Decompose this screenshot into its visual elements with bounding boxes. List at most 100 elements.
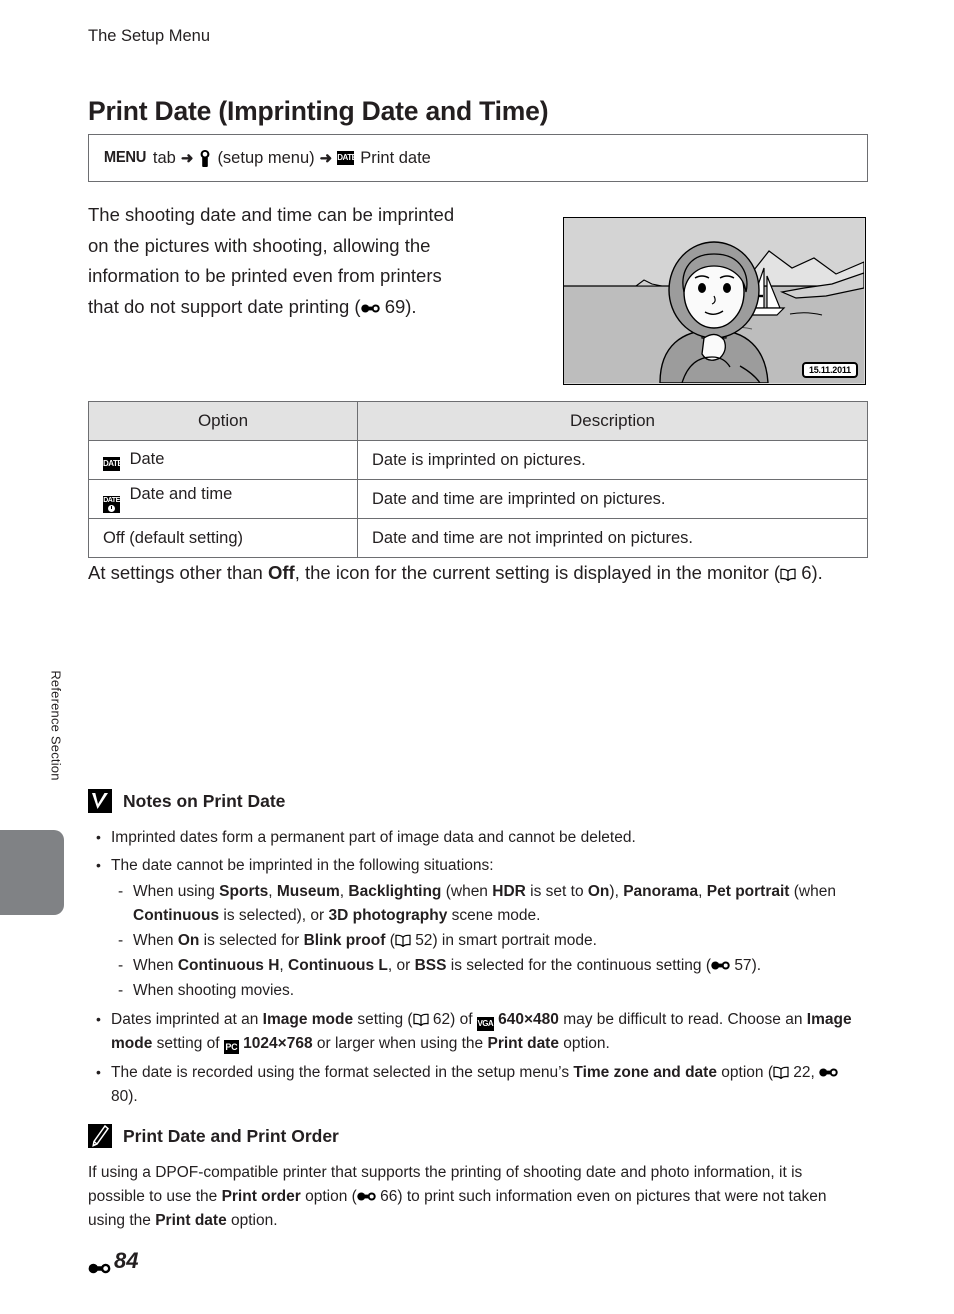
tip-body: If using a DPOF-compatible printer that … <box>88 1161 853 1233</box>
image-size-640x480: 640×480 <box>498 1011 559 1028</box>
reference-page: 52 <box>415 932 433 949</box>
setting-bss: BSS <box>414 957 447 974</box>
txt: When <box>133 957 178 974</box>
menu-tab-word: tab <box>152 148 176 167</box>
description-cell: Date is imprinted on pictures. <box>357 440 868 480</box>
after-table-mid: , the icon for the current setting is di… <box>294 562 781 583</box>
txt: option ( <box>300 1188 357 1205</box>
scene-mode-3d-photography: 3D photography <box>328 907 448 924</box>
txt: option ( <box>716 1064 773 1081</box>
note-text: The date cannot be imprinted in the foll… <box>111 857 494 874</box>
list-item: The date cannot be imprinted in the foll… <box>88 853 868 1003</box>
tip-heading: Print Date and Print Order <box>123 1125 339 1146</box>
txt: is set to <box>525 883 588 900</box>
manual-reference-icon <box>780 560 796 582</box>
setting-print-order: Print order <box>221 1188 301 1205</box>
txt: When using <box>133 883 220 900</box>
txt: ). <box>128 1088 138 1105</box>
txt: ) in smart portrait mode. <box>432 932 597 949</box>
txt: is selected for <box>199 932 304 949</box>
table-row: DATE Date and time Date and time are imp… <box>88 479 868 519</box>
intro-line-1: The shooting date and time can be imprin… <box>88 204 455 225</box>
arrow-icon-2: ➜ <box>319 150 333 167</box>
column-header-option: Option <box>88 401 358 441</box>
txt: ) of <box>450 1011 477 1028</box>
options-table: Option Description DATE Date Date is imp… <box>88 401 868 558</box>
scene-mode-pet-portrait: Pet portrait <box>706 883 790 900</box>
side-tab-label: Reference Section <box>48 670 64 781</box>
manual-reference-icon <box>773 1063 789 1080</box>
page-title: Print Date (Imprinting Date and Time) <box>88 95 549 126</box>
date-icon: DATE <box>337 151 357 165</box>
list-item: Dates imprinted at an Image mode setting… <box>88 1007 868 1056</box>
table-row: DATE Date Date is imprinted on pictures. <box>88 440 868 480</box>
reference-page: 57 <box>734 957 752 974</box>
vga-icon: VGA <box>476 1017 494 1031</box>
reference-section-icon <box>819 1062 838 1077</box>
txt: or larger when using the <box>312 1035 488 1052</box>
manual-reference-icon <box>395 931 411 948</box>
intro-ref-page: 69 <box>384 295 406 317</box>
reference-page: 66 <box>380 1188 398 1205</box>
setting-print-date: Print date <box>155 1212 227 1229</box>
list-item: When On is selected for Blink proof ( 52… <box>111 929 868 953</box>
wrench-icon <box>198 149 212 167</box>
txt: option. <box>226 1212 278 1229</box>
txt: scene mode. <box>447 907 541 924</box>
list-item: When using Sports, Museum, Backlighting … <box>111 880 868 928</box>
page-content: The Setup Menu Print Date (Imprinting Da… <box>88 0 870 1314</box>
notes-heading-row: Notes on Print Date <box>88 789 868 813</box>
option-cell-off: Off (default setting) <box>88 518 358 558</box>
tip-section: Print Date and Print Order If using a DP… <box>88 1124 868 1233</box>
date-stamp-overlay: 15.11.2011 <box>801 362 858 378</box>
reference-section-icon <box>88 1255 111 1273</box>
txt: Dates imprinted at an <box>111 1011 263 1028</box>
arrow-icon: ➜ <box>180 150 194 167</box>
txt: When <box>133 932 178 949</box>
reference-section-icon <box>360 293 380 312</box>
scene-mode-museum: Museum <box>276 883 340 900</box>
date-icon: DATE <box>103 456 123 471</box>
notes-section: Notes on Print Date Imprinted dates form… <box>88 789 868 1113</box>
column-header-description: Description <box>357 401 868 441</box>
after-table-ref: 6 <box>801 562 812 583</box>
txt: option. <box>558 1035 610 1052</box>
txt: (when <box>789 883 836 900</box>
txt: may be difficult to read. Choose an <box>558 1011 807 1028</box>
txt: is selected for the continuous setting ( <box>446 957 711 974</box>
txt: setting ( <box>353 1011 413 1028</box>
table-header-row: Option Description <box>88 401 868 441</box>
txt: , <box>279 957 289 974</box>
checkmark-icon <box>88 789 112 813</box>
option-label: Date <box>129 449 165 468</box>
intro-line-4-pre: that do not support date printing ( <box>88 295 361 317</box>
intro-line-4-post: ). <box>405 295 417 317</box>
setting-continuous: Continuous <box>133 907 220 924</box>
list-item: When shooting movies. <box>111 979 868 1003</box>
pencil-icon <box>88 1124 112 1148</box>
txt: is selected), or <box>219 907 329 924</box>
tip-heading-row: Print Date and Print Order <box>88 1124 868 1148</box>
txt: , <box>810 1064 820 1081</box>
scene-mode-panorama: Panorama <box>623 883 699 900</box>
txt: (when <box>441 883 493 900</box>
setting-image-mode: Image mode <box>262 1011 354 1028</box>
menu-destination-label: Print date <box>360 148 431 167</box>
side-tab-marker <box>0 830 64 915</box>
notes-body: Imprinted dates form a permanent part of… <box>88 825 868 1109</box>
date-time-icon: DATE <box>103 496 120 513</box>
menu-path-box: MENU tab ➜ (setup menu) ➜ DATE Print dat… <box>88 134 868 182</box>
pc-icon: PC <box>223 1040 239 1054</box>
intro-line-2: on the pictures with shooting, allowing … <box>88 234 431 256</box>
txt: , or <box>387 957 415 974</box>
notes-heading: Notes on Print Date <box>123 790 286 811</box>
reference-page: 80 <box>111 1088 129 1105</box>
setting-hdr: HDR <box>492 883 526 900</box>
value-on: On <box>177 932 200 949</box>
list-item: The date is recorded using the format se… <box>88 1060 868 1109</box>
setup-menu-label: (setup menu) <box>217 148 315 167</box>
after-table-post: ). <box>811 562 823 583</box>
image-size-1024x768: 1024×768 <box>243 1035 313 1052</box>
value-on: On <box>587 883 610 900</box>
option-cell-date-and-time: DATE Date and time <box>88 479 358 519</box>
